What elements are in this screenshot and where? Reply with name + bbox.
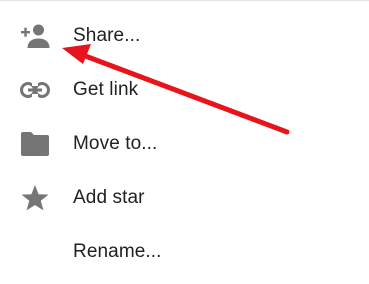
menu-item-add-star[interactable]: Add star bbox=[0, 171, 369, 225]
menu-item-label: Move to... bbox=[73, 133, 158, 154]
folder-icon bbox=[20, 129, 50, 159]
menu-item-get-link[interactable]: Get link bbox=[0, 63, 369, 117]
menu-item-rename[interactable]: Rename... bbox=[0, 225, 369, 279]
menu-item-label: Add star bbox=[73, 187, 145, 208]
context-menu: Share... Get link Move to... Add star Re… bbox=[0, 9, 369, 279]
add-person-icon bbox=[20, 21, 50, 51]
link-icon bbox=[20, 75, 50, 105]
context-menu-page: Share... Get link Move to... Add star Re… bbox=[0, 0, 369, 284]
star-icon bbox=[20, 183, 50, 213]
menu-item-label: Rename... bbox=[73, 241, 162, 262]
menu-item-move-to[interactable]: Move to... bbox=[0, 117, 369, 171]
top-divider bbox=[0, 0, 369, 1]
menu-item-label: Get link bbox=[73, 79, 139, 100]
menu-item-label: Share... bbox=[73, 25, 141, 46]
menu-item-share[interactable]: Share... bbox=[0, 9, 369, 63]
